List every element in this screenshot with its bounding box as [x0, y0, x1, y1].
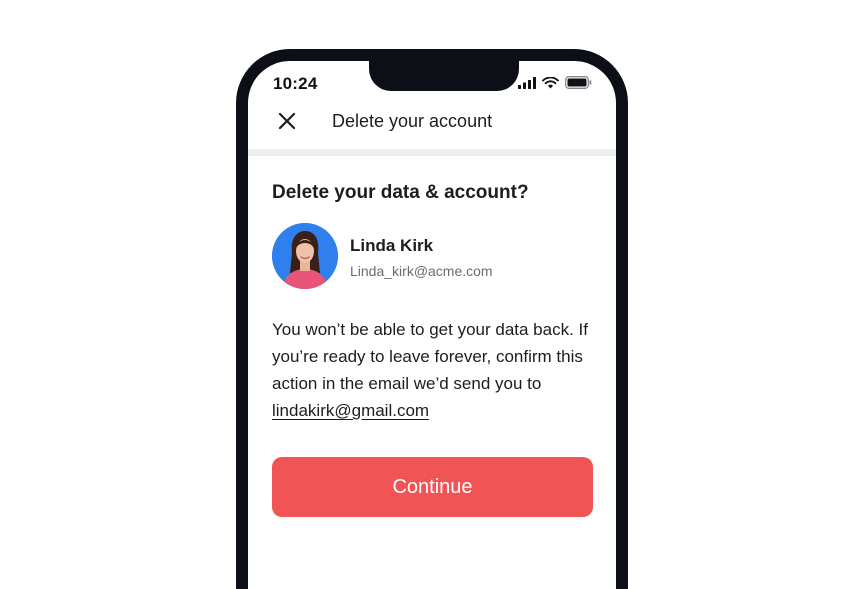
email-link[interactable]: lindakirk@gmail.com [272, 401, 429, 420]
signal-icon [518, 76, 536, 89]
status-time: 10:24 [273, 74, 318, 93]
continue-button[interactable]: Continue [272, 457, 593, 517]
screen-header: Delete your account [248, 105, 616, 149]
avatar [272, 223, 338, 289]
section-heading: Delete your data & account? [272, 182, 529, 203]
phone-screen: 10:24 Delete your account Delete your da… [248, 61, 616, 589]
page-title: Delete your account [332, 111, 493, 131]
warning-message: You won’t be able to get your data back.… [272, 316, 602, 424]
status-icons [518, 76, 592, 89]
user-name: Linda Kirk [350, 236, 434, 255]
phone-notch [369, 61, 519, 91]
battery-icon [565, 76, 592, 89]
close-button[interactable] [274, 108, 300, 134]
header-divider [248, 149, 616, 156]
wifi-icon [542, 76, 559, 88]
warning-message-text: You won’t be able to get your data back.… [272, 320, 588, 393]
avatar-portrait [272, 223, 338, 289]
user-email: Linda_kirk@acme.com [350, 263, 493, 279]
close-icon [278, 112, 296, 130]
phone-frame: 10:24 Delete your account Delete your da… [236, 49, 628, 589]
